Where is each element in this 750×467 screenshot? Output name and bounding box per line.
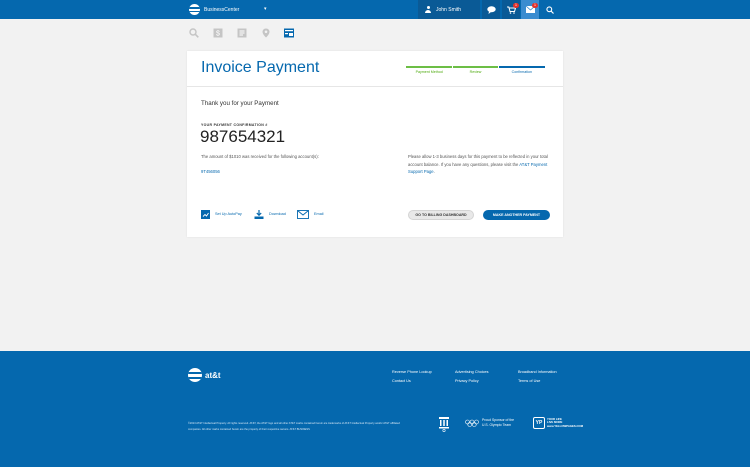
footer-link-advertising[interactable]: Advertising Choices bbox=[455, 370, 489, 374]
olympic-sponsor: Proud Sponsor of the U.S. Olympic Team bbox=[465, 418, 514, 428]
olympic-text: Proud Sponsor of the U.S. Olympic Team bbox=[482, 418, 514, 428]
brand-name: BusinessCenter bbox=[204, 6, 240, 13]
footer-wordmark: at&t bbox=[205, 370, 221, 380]
progress-steps: Payment Method Review Confirmation bbox=[406, 70, 545, 74]
top-bar: BusinessCenter ▾ John Smith 1 1 bbox=[0, 0, 750, 19]
footer-link-broadband[interactable]: Broadband Information bbox=[518, 370, 557, 374]
chat-button[interactable] bbox=[482, 0, 500, 19]
footer-logo[interactable]: at&t bbox=[188, 368, 221, 382]
autopay-icon bbox=[201, 209, 210, 219]
user-name: John Smith bbox=[436, 6, 462, 13]
location-nav-icon[interactable] bbox=[261, 28, 271, 38]
search-button[interactable] bbox=[541, 0, 559, 19]
att-globe-icon bbox=[188, 368, 202, 382]
progress-bar-step-3 bbox=[499, 66, 546, 68]
autopay-label: Set Up AutoPay bbox=[215, 212, 242, 216]
step-confirmation: Confirmation bbox=[511, 70, 532, 74]
footer: at&t Reverse Phone Lookup Contact Us Adv… bbox=[0, 351, 750, 467]
download-icon bbox=[254, 209, 264, 219]
cart-button[interactable]: 1 bbox=[502, 0, 520, 19]
svg-text:$: $ bbox=[216, 31, 220, 38]
olympic-rings-icon bbox=[465, 419, 479, 427]
progress-bars bbox=[406, 66, 546, 68]
chevron-down-icon[interactable]: ▾ bbox=[264, 6, 267, 12]
yp-text-line-3: www.YELLOWPAGES.COM bbox=[547, 423, 584, 428]
download-action[interactable]: Download bbox=[254, 208, 286, 220]
mail-button[interactable]: 1 bbox=[521, 0, 539, 19]
card-header: Invoice Payment Payment Method Review Co… bbox=[187, 51, 563, 87]
invoice-payment-card: Invoice Payment Payment Method Review Co… bbox=[187, 51, 563, 237]
search-nav-icon[interactable] bbox=[189, 28, 199, 38]
billing-nav-icon[interactable]: $ bbox=[213, 28, 223, 38]
processing-notice: Please allow 1-3 business days for this … bbox=[408, 154, 548, 174]
download-label: Download bbox=[269, 212, 286, 216]
step-review: Review bbox=[469, 70, 482, 74]
footer-link-reverse-phone[interactable]: Reverse Phone Lookup bbox=[392, 370, 432, 374]
search-icon bbox=[546, 5, 554, 14]
user-menu[interactable]: John Smith bbox=[418, 0, 480, 19]
att-globe-icon bbox=[189, 4, 200, 15]
olympic-text-line-2: U.S. Olympic Team bbox=[482, 423, 511, 427]
cart-badge: 1 bbox=[513, 3, 519, 8]
email-action[interactable]: Email bbox=[297, 208, 324, 220]
billing-dashboard-button[interactable]: GO TO BILLING DASHBOARD bbox=[408, 210, 474, 220]
document-nav-icon[interactable] bbox=[237, 28, 247, 38]
user-icon bbox=[425, 6, 431, 13]
progress-bar-step-1 bbox=[406, 66, 452, 68]
page-title: Invoice Payment bbox=[201, 59, 320, 76]
autopay-action[interactable]: Set Up AutoPay bbox=[201, 208, 242, 220]
confirmation-number: 987654321 bbox=[200, 127, 286, 146]
progress-tracker: Payment Method Review Confirmation bbox=[406, 66, 546, 74]
library-seal-icon bbox=[439, 417, 449, 432]
chat-icon bbox=[486, 5, 496, 14]
yp-text: YOUR LIFE LIVE MORE www.YELLOWPAGES.COM bbox=[547, 417, 584, 429]
mail-badge: 1 bbox=[532, 3, 538, 8]
brand[interactable]: BusinessCenter bbox=[189, 3, 239, 16]
make-another-payment-button[interactable]: MAKE ANOTHER PAYMENT bbox=[483, 210, 550, 220]
footer-link-contact[interactable]: Contact Us bbox=[392, 379, 411, 383]
footer-link-privacy[interactable]: Privacy Policy bbox=[455, 379, 479, 383]
legal-text: ©2013 AT&T Intellectual Property. All ri… bbox=[188, 422, 400, 431]
payment-nav-icon[interactable] bbox=[284, 28, 294, 38]
yp-logo: YP bbox=[533, 417, 545, 429]
account-link[interactable]: 9T456056 bbox=[201, 169, 220, 174]
thank-you-message: Thank you for your Payment bbox=[201, 100, 279, 107]
footer-link-terms[interactable]: Terms of Use bbox=[518, 379, 540, 383]
progress-bar-step-2 bbox=[452, 66, 499, 68]
email-label: Email bbox=[314, 212, 324, 216]
email-icon bbox=[297, 209, 309, 219]
yellowpages-badge[interactable]: YP YOUR LIFE LIVE MORE www.YELLOWPAGES.C… bbox=[533, 417, 583, 429]
step-payment-method: Payment Method bbox=[415, 70, 443, 74]
amount-received-text: The amount of $1010 was received for the… bbox=[201, 154, 319, 159]
